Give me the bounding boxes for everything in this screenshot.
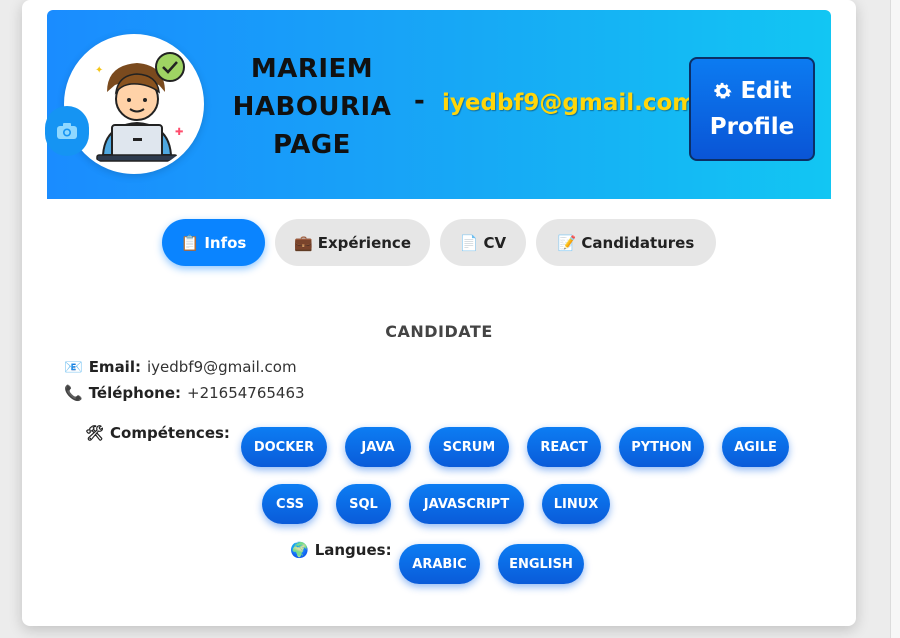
tools-icon: 🛠 — [85, 424, 105, 442]
skill-badge[interactable]: REACT — [527, 427, 601, 467]
scrollbar-track — [890, 0, 900, 638]
name-line-first: MARIEM — [250, 54, 374, 84]
skill-badge[interactable]: CSS — [262, 484, 318, 524]
svg-text:✚: ✚ — [175, 127, 183, 138]
tab-cv[interactable]: 📄 CV — [440, 219, 526, 266]
edit-label: Edit — [740, 78, 792, 104]
role-heading: CANDIDATE — [385, 322, 493, 341]
languages-label: Langues: — [314, 541, 392, 559]
tab-label: CV — [483, 233, 507, 252]
tab-candidatures[interactable]: 📝 Candidatures — [536, 219, 716, 266]
name-separator: - — [414, 86, 425, 116]
email-value: iyedbf9@gmail.com — [146, 358, 297, 376]
email-label: Email: — [88, 358, 141, 376]
skill-badge[interactable]: LINUX — [542, 484, 610, 524]
avatar[interactable]: ✦ ✚ — [64, 34, 204, 174]
skill-badge[interactable]: JAVA — [345, 427, 411, 467]
tab-experience[interactable]: 💼 Expérience — [275, 219, 430, 266]
profile-card: ✦ ✚ MARIEM HABOURIA PAGE - iyedbf9@gmail… — [22, 0, 856, 626]
memo-icon: 📝 — [557, 233, 577, 252]
phone-label: Téléphone: — [88, 384, 181, 402]
skill-badge[interactable]: PYTHON — [619, 427, 704, 467]
skill-badge[interactable]: SCRUM — [429, 427, 509, 467]
name-line-last: HABOURIA — [232, 92, 392, 122]
language-badge[interactable]: ARABIC — [399, 544, 480, 584]
developer-avatar-icon: ✦ ✚ — [67, 37, 201, 171]
clipboard-icon: 📋 — [180, 233, 200, 252]
language-badge[interactable]: ENGLISH — [498, 544, 584, 584]
camera-icon — [57, 123, 77, 139]
skills-label: Compétences: — [110, 424, 230, 442]
skill-badge[interactable]: AGILE — [722, 427, 789, 467]
envelope-icon: 📧 — [64, 358, 83, 376]
briefcase-icon: 💼 — [294, 233, 313, 252]
skills-label-row: 🛠 Compétences: — [85, 424, 230, 442]
tab-infos[interactable]: 📋 Infos — [162, 219, 265, 266]
header-email: iyedbf9@gmail.com — [442, 90, 697, 116]
profile-name: MARIEM HABOURIA PAGE — [210, 50, 414, 164]
skill-badge[interactable]: DOCKER — [241, 427, 327, 467]
tab-label: Candidatures — [581, 233, 695, 252]
gear-icon — [714, 82, 733, 99]
phone-row: 📞 Téléphone: +21654765463 — [64, 384, 305, 402]
phone-value: +21654765463 — [187, 384, 305, 402]
edit-profile-button[interactable]: Edit Profile — [689, 57, 815, 161]
document-icon: 📄 — [459, 233, 479, 252]
skill-badge[interactable]: JAVASCRIPT — [409, 484, 524, 524]
svg-text:✦: ✦ — [95, 65, 103, 76]
profile-label: Profile — [709, 114, 795, 140]
skill-badge[interactable]: SQL — [336, 484, 391, 524]
tab-label: Expérience — [317, 233, 411, 252]
profile-banner: ✦ ✚ MARIEM HABOURIA PAGE - iyedbf9@gmail… — [45, 10, 831, 199]
globe-icon: 🌍 — [290, 541, 309, 559]
languages-label-row: 🌍 Langues: — [290, 541, 392, 559]
email-row: 📧 Email: iyedbf9@gmail.com — [64, 358, 297, 376]
phone-icon: 📞 — [64, 384, 83, 402]
name-line-page: PAGE — [273, 130, 351, 160]
change-photo-button[interactable] — [45, 106, 89, 156]
profile-tabs: 📋 Infos 💼 Expérience 📄 CV 📝 Candidatures — [162, 219, 716, 267]
tab-label: Infos — [204, 233, 247, 252]
